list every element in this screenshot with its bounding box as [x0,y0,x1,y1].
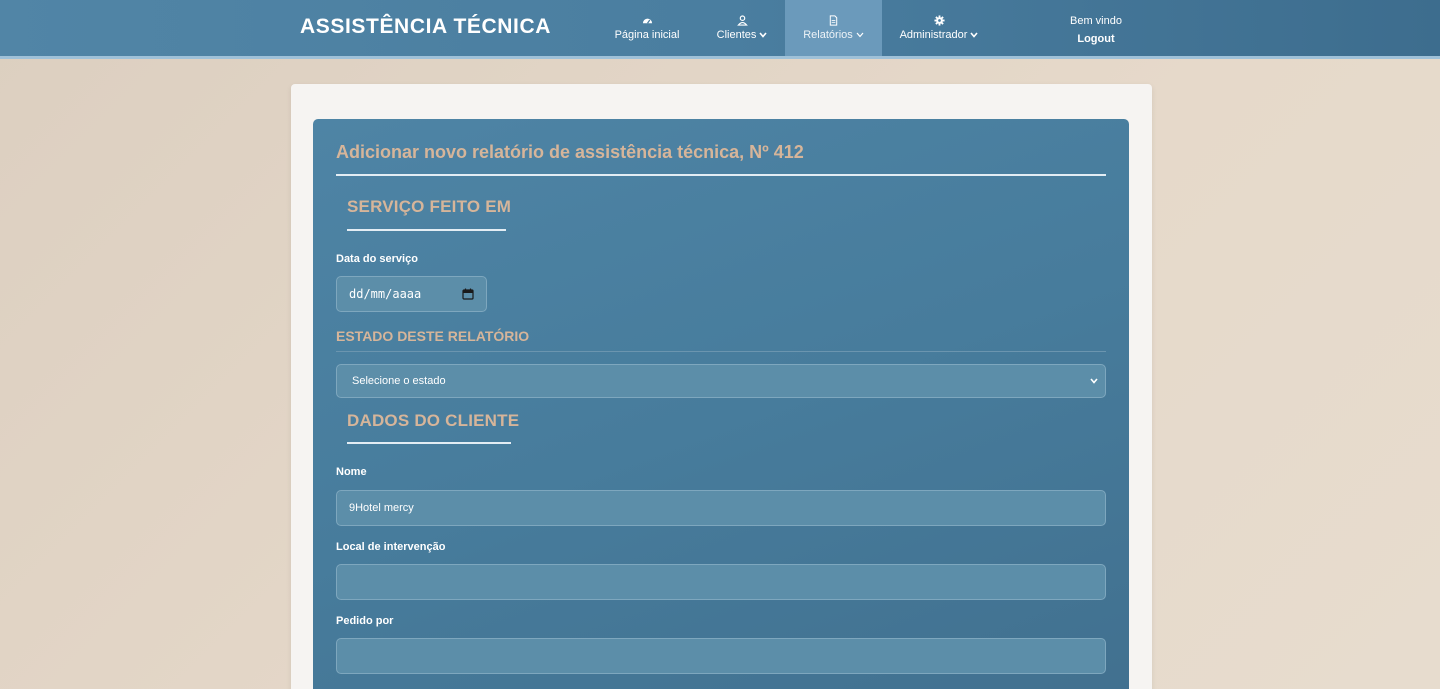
brand-title[interactable]: ASSISTÊNCIA TÉCNICA [300,15,551,39]
name-label: Nome [336,466,367,478]
section-service-underline [347,229,506,231]
status-select-value: Selecione o estado [352,375,446,387]
section-status-heading: ESTADO DESTE RELATÓRIO [336,328,530,344]
nav-clientes[interactable]: Clientes [706,0,778,56]
section-client-underline [347,442,511,444]
gear-icon [933,15,945,26]
requested-by-label: Pedido por [336,615,394,627]
service-date-input[interactable]: dd/mm/aaaa [336,276,487,312]
chevron-down-icon [1090,378,1098,384]
section-service-heading: SERVIÇO FEITO EM [347,197,512,216]
dashboard-icon [642,18,652,24]
user-box: Bem vindo Logout [1060,12,1132,48]
nav-relatorios[interactable]: Relatórios [785,0,882,56]
nav-home-label: Página inicial [614,29,680,41]
chevron-down-icon [759,32,767,38]
welcome-text: Bem vindo [1070,15,1122,27]
status-select[interactable]: Selecione o estado [336,364,1106,398]
nav-admin-wrapper: Administrador [900,29,979,41]
location-label: Local de intervenção [336,541,446,553]
user-icon [736,15,748,26]
service-date-label: Data do serviço [336,253,418,265]
nav-administrador-label: Administrador [899,29,968,41]
nav-clientes-label: Clientes [716,29,757,41]
form-title: Adicionar novo relatório de assistência … [336,142,804,162]
section-client-heading: DADOS DO CLIENTE [347,411,520,430]
title-divider [336,174,1106,176]
requested-by-input[interactable] [336,638,1106,674]
calendar-icon[interactable] [462,288,474,300]
document-icon [829,15,838,26]
chevron-down-icon [970,32,979,38]
nav-administrador[interactable]: Administrador [890,0,988,56]
service-date-placeholder: dd/mm/aaaa [349,287,422,301]
status-divider [336,351,1106,352]
name-input[interactable]: 9Hotel mercy [336,490,1106,526]
nav-relatorios-label: Relatórios [803,29,853,41]
nav-relatorios-wrapper: Relatórios [803,29,864,41]
logout-link[interactable]: Logout [1060,30,1132,48]
nav-home[interactable]: Página inicial [606,0,688,56]
top-navbar: ASSISTÊNCIA TÉCNICA Página inicial Clien… [0,0,1440,59]
chevron-down-icon [856,32,864,38]
location-input[interactable] [336,564,1106,600]
nav-clientes-wrapper: Clientes [717,29,768,41]
